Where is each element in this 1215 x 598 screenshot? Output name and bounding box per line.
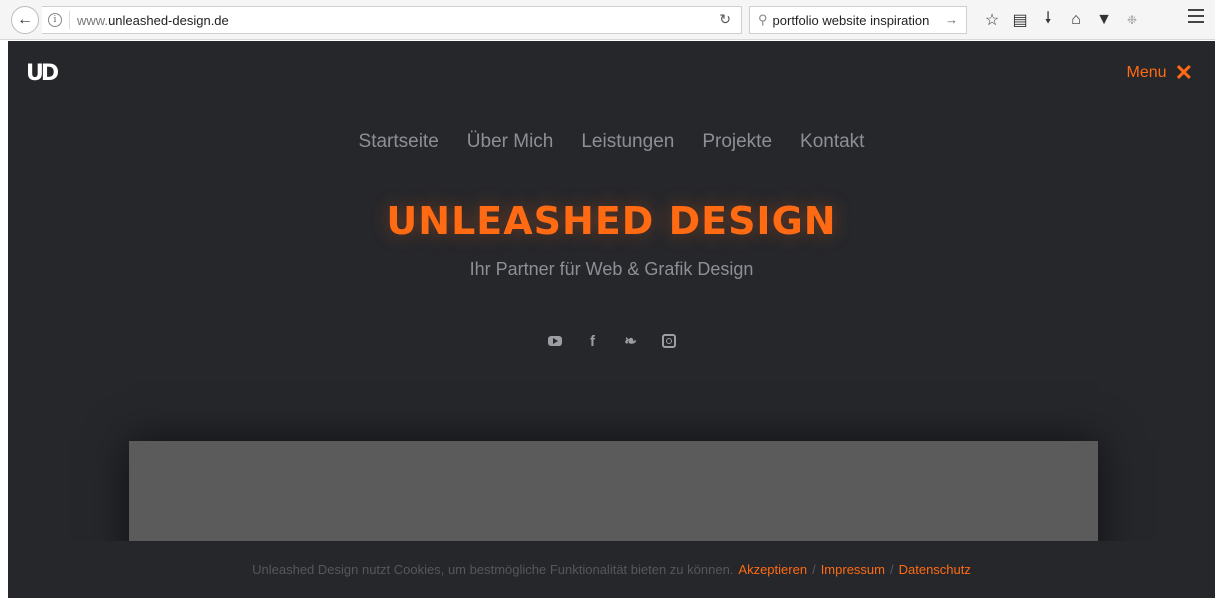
- cookie-text: Unleashed Design nutzt Cookies, um bestm…: [252, 562, 734, 577]
- star-icon[interactable]: ☆: [978, 8, 1006, 32]
- social-links: f ❧: [8, 333, 1215, 350]
- back-button[interactable]: ←: [11, 6, 39, 34]
- address-bar[interactable]: i www.unleashed-design.de ↻: [42, 6, 742, 34]
- search-go-icon[interactable]: →: [945, 12, 958, 27]
- pocket-icon[interactable]: ▼: [1090, 8, 1118, 32]
- nav-projekte[interactable]: Projekte: [702, 131, 772, 153]
- download-icon[interactable]: 🠗: [1034, 8, 1062, 32]
- menu-icon[interactable]: [1188, 9, 1204, 27]
- menu-toggle[interactable]: Menu ✕: [1127, 62, 1193, 84]
- cookie-separator: /: [889, 562, 894, 577]
- youtube-icon[interactable]: [547, 333, 563, 349]
- facebook-icon[interactable]: f: [585, 333, 601, 350]
- search-input[interactable]: portfolio website inspiration: [773, 13, 930, 28]
- url-text[interactable]: www.unleashed-design.de: [77, 13, 229, 28]
- menu-label: Menu: [1126, 64, 1167, 81]
- reload-icon[interactable]: ↻: [719, 11, 731, 28]
- cookie-banner: Unleashed Design nutzt Cookies, um bestm…: [8, 541, 1215, 598]
- search-bar[interactable]: ⚲ portfolio website inspiration →: [749, 6, 967, 34]
- instagram-icon[interactable]: [661, 333, 677, 349]
- search-icon: ⚲: [758, 12, 768, 27]
- twitter-icon[interactable]: ❧: [623, 333, 639, 350]
- nav-kontakt[interactable]: Kontakt: [800, 131, 864, 153]
- cookie-accept-link[interactable]: Akzeptieren: [738, 562, 807, 577]
- reading-list-icon[interactable]: ▤: [1006, 8, 1034, 32]
- web-page: UD Menu ✕ Startseite Über Mich Leistunge…: [8, 41, 1215, 598]
- main-nav: Startseite Über Mich Leistungen Projekte…: [8, 131, 1215, 153]
- browser-toolbar: ← i www.unleashed-design.de ↻ ⚲ portfoli…: [0, 0, 1215, 40]
- nav-startseite[interactable]: Startseite: [359, 131, 439, 153]
- impressum-link[interactable]: Impressum: [821, 562, 885, 577]
- hero-title: UNLEASHED DESIGN: [386, 199, 837, 243]
- back-arrow-icon: ←: [17, 11, 33, 28]
- home-icon[interactable]: ⌂: [1062, 8, 1090, 32]
- url-divider: [69, 11, 70, 29]
- extension-icon[interactable]: ❉: [1118, 8, 1146, 32]
- toolbar-icons: ☆ ▤ 🠗 ⌂ ▼ ❉: [978, 8, 1146, 32]
- info-icon[interactable]: i: [48, 13, 62, 27]
- datenschutz-link[interactable]: Datenschutz: [899, 562, 971, 577]
- nav-leistungen[interactable]: Leistungen: [581, 131, 674, 153]
- cookie-separator: /: [812, 562, 816, 577]
- site-logo[interactable]: UD: [26, 61, 59, 86]
- close-icon: ✕: [1174, 60, 1193, 85]
- nav-ueber-mich[interactable]: Über Mich: [467, 131, 554, 153]
- hero-subtitle: Ihr Partner für Web & Grafik Design: [469, 259, 754, 279]
